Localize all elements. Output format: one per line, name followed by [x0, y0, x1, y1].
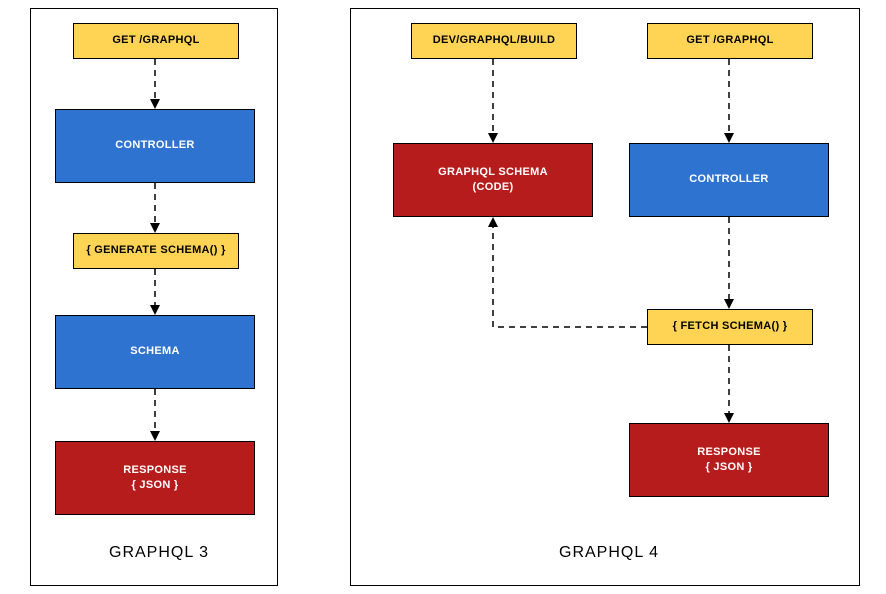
box-request-right: GET /GRAPHQL — [647, 23, 813, 59]
label-line2: (CODE) — [473, 180, 514, 195]
panel-graphql3: GET /GRAPHQL CONTROLLER { GENERATE SCHEM… — [30, 8, 278, 586]
label: CONTROLLER — [689, 172, 768, 187]
label-line1: RESPONSE — [123, 463, 187, 478]
box-build: DEV/GRAPHQL/BUILD — [411, 23, 577, 59]
box-generate-schema: { GENERATE SCHEMA() } — [73, 233, 239, 269]
box-response-left: RESPONSE { JSON } — [55, 441, 255, 515]
label-line2: { JSON } — [705, 460, 752, 475]
label-line2: { JSON } — [131, 478, 178, 493]
box-request-left: GET /GRAPHQL — [73, 23, 239, 59]
box-fetch-schema: { FETCH SCHEMA() } — [647, 309, 813, 345]
label: CONTROLLER — [115, 138, 194, 153]
label: GET /GRAPHQL — [112, 33, 199, 48]
box-controller-right: CONTROLLER — [629, 143, 829, 217]
label-line1: GRAPHQL SCHEMA — [438, 165, 548, 180]
label-line1: RESPONSE — [697, 445, 761, 460]
panel-label-left: GRAPHQL 3 — [109, 544, 209, 562]
arrows-right — [351, 9, 861, 587]
label: DEV/GRAPHQL/BUILD — [433, 33, 555, 48]
label: SCHEMA — [130, 344, 179, 359]
label: { FETCH SCHEMA() } — [673, 319, 788, 334]
box-response-right: RESPONSE { JSON } — [629, 423, 829, 497]
box-controller-left: CONTROLLER — [55, 109, 255, 183]
box-graphql-schema-code: GRAPHQL SCHEMA (CODE) — [393, 143, 593, 217]
panel-graphql4: DEV/GRAPHQL/BUILD GET /GRAPHQL GRAPHQL S… — [350, 8, 860, 586]
panel-label-right: GRAPHQL 4 — [559, 544, 659, 562]
label: GET /GRAPHQL — [686, 33, 773, 48]
box-schema-left: SCHEMA — [55, 315, 255, 389]
label: { GENERATE SCHEMA() } — [86, 243, 225, 258]
